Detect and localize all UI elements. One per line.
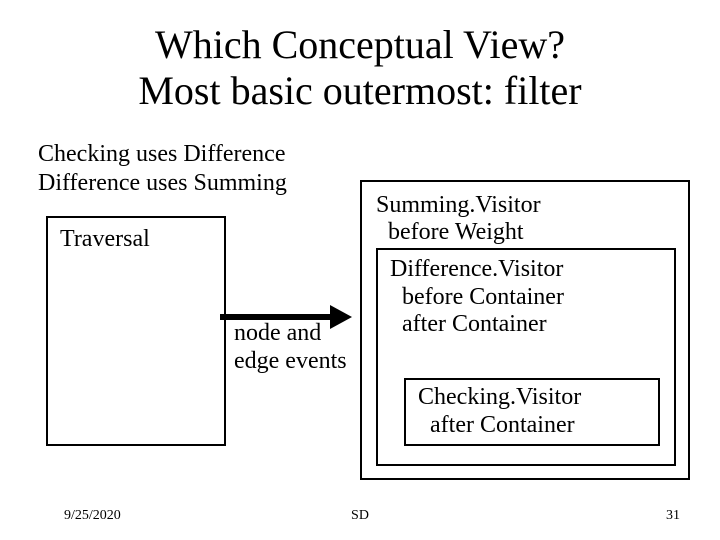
- slide-title: Which Conceptual View? Most basic outerm…: [0, 22, 720, 114]
- title-line-2: Most basic outermost: filter: [138, 68, 581, 113]
- difference-line-1: Difference.Visitor: [390, 256, 563, 282]
- arrow-label-line-2: edge events: [234, 348, 347, 374]
- traversal-box: Traversal: [46, 216, 226, 446]
- traversal-label: Traversal: [60, 226, 150, 252]
- subtext-line-2: Difference uses Summing: [38, 170, 287, 196]
- difference-line-2: before Container: [390, 284, 564, 310]
- subtext-block: Checking uses Difference Difference uses…: [38, 140, 287, 198]
- title-line-1: Which Conceptual View?: [155, 22, 565, 67]
- difference-line-3: after Container: [390, 311, 547, 337]
- checking-line-2: after Container: [418, 412, 575, 438]
- subtext-line-1: Checking uses Difference: [38, 141, 285, 167]
- arrow-label: node and edge events: [234, 320, 347, 375]
- checking-visitor-box: Checking.Visitor after Container: [404, 378, 660, 446]
- footer-center: SD: [0, 508, 720, 524]
- summing-line-2: before Weight: [376, 219, 524, 245]
- footer-page-number: 31: [666, 508, 680, 524]
- arrow-label-line-1: node and: [234, 320, 321, 346]
- slide: Which Conceptual View? Most basic outerm…: [0, 0, 720, 540]
- summing-line-1: Summing.Visitor: [376, 192, 541, 218]
- checking-line-1: Checking.Visitor: [418, 384, 581, 410]
